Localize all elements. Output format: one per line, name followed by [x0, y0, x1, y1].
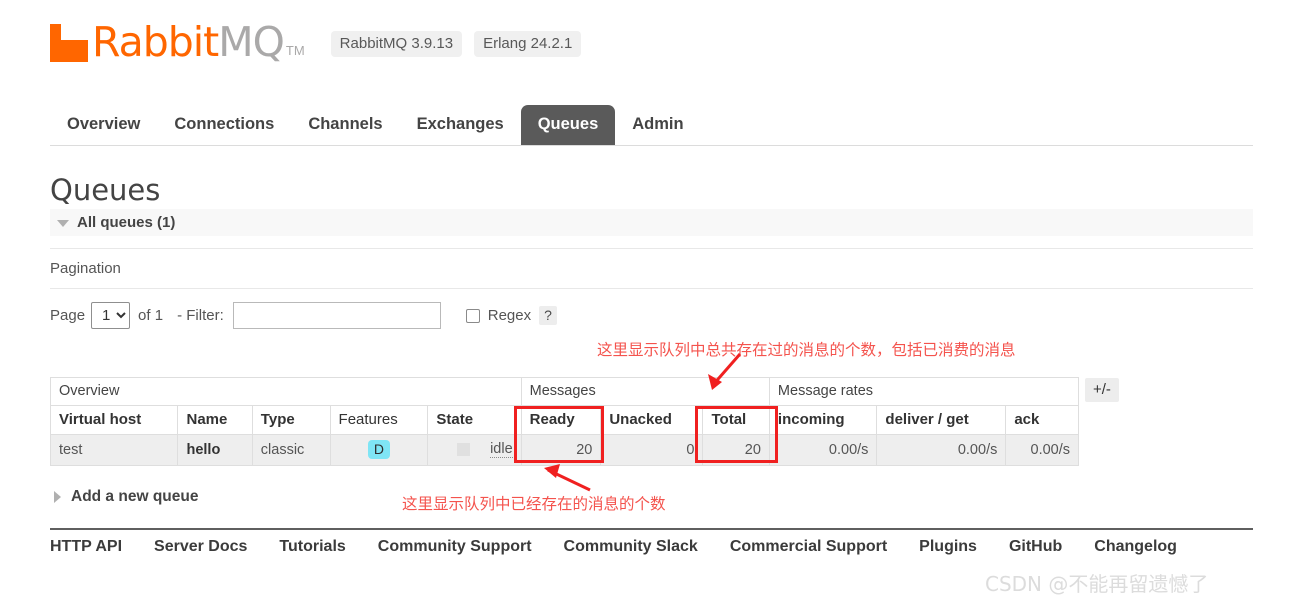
version-badges: RabbitMQ 3.9.13 Erlang 24.2.1	[330, 31, 582, 57]
all-queues-section-header[interactable]: All queues (1)	[50, 209, 1253, 236]
logo-text-rabbit: Rabbit	[92, 18, 219, 66]
footer-link-tutorials[interactable]: Tutorials	[279, 538, 345, 556]
state-text: idle	[490, 441, 513, 458]
footer-link-commercial-support[interactable]: Commercial Support	[730, 538, 887, 556]
highlight-box-total	[695, 406, 778, 463]
page-title: Queues	[50, 173, 161, 207]
column-header-unacked[interactable]: Unacked	[600, 405, 704, 435]
annotation-total-note: 这里显示队列中总共存在过的消息的个数，包括已消费的消息	[597, 341, 1016, 359]
nav-tab-exchanges[interactable]: Exchanges	[400, 105, 521, 145]
logo-trademark: TM	[285, 43, 305, 58]
footer-link-server-docs[interactable]: Server Docs	[154, 538, 247, 556]
nav-divider	[50, 145, 1253, 146]
column-header-type[interactable]: Type	[251, 405, 331, 435]
column-header-ack[interactable]: ack	[1005, 405, 1079, 435]
add-new-queue-label: Add a new queue	[71, 488, 199, 505]
nav-tab-connections[interactable]: Connections	[157, 105, 291, 145]
footer-link-changelog[interactable]: Changelog	[1094, 538, 1177, 556]
regex-help-icon[interactable]: ?	[539, 306, 557, 325]
cell-name[interactable]: hello	[177, 434, 253, 466]
section-divider	[50, 248, 1253, 249]
cell-state: idle	[427, 434, 522, 466]
footer-link-community-slack[interactable]: Community Slack	[564, 538, 698, 556]
pagination-divider	[50, 288, 1253, 289]
nav-tab-channels[interactable]: Channels	[291, 105, 399, 145]
column-header-name[interactable]: Name	[177, 405, 253, 435]
nav-tab-overview[interactable]: Overview	[50, 105, 157, 145]
cell-ack-rate: 0.00/s	[1005, 434, 1079, 466]
cell-deliver-get-rate: 0.00/s	[876, 434, 1007, 466]
cell-virtual-host: test	[49, 434, 179, 466]
column-header-virtual-host[interactable]: Virtual host	[49, 405, 179, 435]
footer-links: HTTP API Server Docs Tutorials Community Su…	[50, 538, 1253, 556]
footer-link-plugins[interactable]: Plugins	[919, 538, 977, 556]
footer-link-github[interactable]: GitHub	[1009, 538, 1062, 556]
main-navigation: Overview Connections Channels Exchanges Queu…	[50, 105, 1253, 146]
column-header-deliver-get[interactable]: deliver / get	[876, 405, 1007, 435]
all-queues-label: All queues (1)	[77, 214, 176, 231]
footer-link-http-api[interactable]: HTTP API	[50, 538, 122, 556]
column-header-incoming[interactable]: incoming	[768, 405, 878, 435]
highlight-box-ready	[514, 406, 604, 463]
server-version-badge: RabbitMQ 3.9.13	[330, 31, 463, 57]
cell-type: classic	[251, 434, 331, 466]
page-select[interactable]: 1	[91, 302, 131, 329]
toggle-columns-button[interactable]: +/-	[1085, 378, 1119, 402]
logo-text-mq: MQ	[218, 18, 285, 66]
cell-incoming-rate: 0.00/s	[768, 434, 878, 466]
regex-checkbox[interactable]	[465, 308, 480, 323]
pagination-controls: Page 1 of 1 - Filter: Regex ?	[50, 302, 557, 329]
chevron-right-icon[interactable]	[54, 491, 61, 503]
regex-label: Regex	[487, 307, 532, 324]
app-header: Rabbit MQ TM RabbitMQ 3.9.13 Erlang 24.2…	[50, 18, 582, 66]
erlang-version-badge: Erlang 24.2.1	[474, 31, 582, 57]
group-header-overview: Overview	[50, 377, 522, 406]
nav-tab-admin[interactable]: Admin	[615, 105, 700, 145]
queue-name-link[interactable]: hello	[186, 442, 220, 458]
annotation-arrow-total	[708, 353, 742, 390]
feature-durable-badge: D	[367, 440, 391, 459]
table-group-header-row: Overview Messages Message rates	[50, 377, 1080, 406]
annotation-arrow-ready	[544, 464, 591, 492]
filter-input[interactable]	[232, 302, 441, 329]
column-header-features[interactable]: Features	[329, 405, 429, 435]
group-header-message-rates: Message rates	[768, 377, 1080, 406]
state-indicator-icon	[457, 443, 471, 456]
rabbit-logo-icon	[50, 22, 90, 62]
add-new-queue-section[interactable]: Add a new queue	[54, 488, 198, 506]
cell-unacked: 0	[600, 434, 704, 466]
filter-label: - Filter:	[177, 307, 224, 324]
regex-checkbox-group[interactable]: Regex ?	[465, 306, 557, 325]
column-header-state[interactable]: State	[427, 405, 522, 435]
chevron-down-icon[interactable]	[57, 220, 69, 227]
watermark: CSDN @不能再留遗憾了	[985, 572, 1209, 596]
footer-link-community-support[interactable]: Community Support	[378, 538, 532, 556]
nav-tab-queues[interactable]: Queues	[520, 105, 616, 145]
rabbitmq-logo[interactable]: Rabbit MQ TM	[50, 18, 305, 66]
footer-divider	[50, 528, 1253, 530]
pagination-label: Pagination	[50, 260, 121, 277]
cell-features: D	[329, 434, 429, 466]
page-word-label: Page	[50, 307, 86, 324]
rabbitmq-management-page: Rabbit MQ TM RabbitMQ 3.9.13 Erlang 24.2…	[0, 0, 1303, 600]
page-total-label: of 1	[138, 307, 164, 324]
